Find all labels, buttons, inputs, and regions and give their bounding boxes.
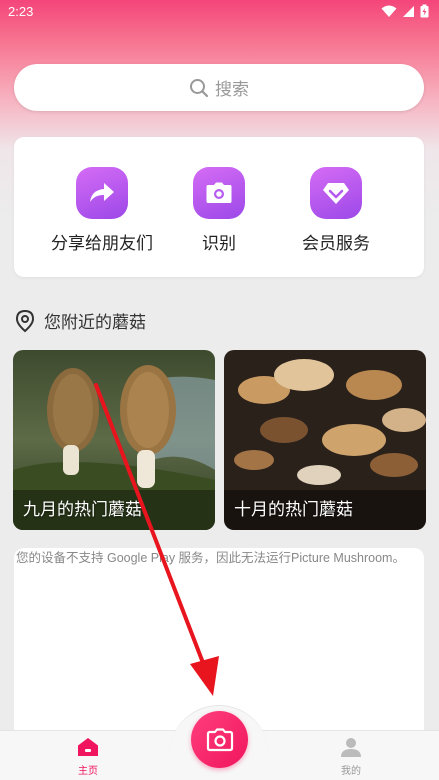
signal-icon <box>403 5 414 17</box>
september-mushrooms-tile[interactable]: 九月的热门蘑菇 <box>13 350 215 530</box>
october-tile-label: 十月的热门蘑菇 <box>234 500 353 520</box>
quick-actions-card: 分享给朋友们 识别 会员服务 <box>14 137 424 277</box>
search-icon <box>190 78 209 97</box>
camera-button[interactable] <box>191 711 248 768</box>
nav-mine-label: 我的 <box>341 766 361 777</box>
diamond-icon <box>310 167 362 219</box>
home-icon <box>78 738 98 756</box>
wifi-icon <box>381 5 397 17</box>
nav-home[interactable]: 主页 <box>58 737 118 777</box>
battery-icon <box>420 4 429 18</box>
membership-button[interactable]: 会员服务 <box>271 167 401 254</box>
identify-button[interactable]: 识别 <box>154 167 284 254</box>
october-mushrooms-tile[interactable]: 十月的热门蘑菇 <box>224 350 426 530</box>
status-icons <box>381 4 429 18</box>
share-arrow-icon <box>76 167 128 219</box>
nearby-title: 您附近的蘑菇 <box>44 313 146 333</box>
location-pin-icon <box>15 309 35 332</box>
camera-icon <box>193 167 245 219</box>
nav-home-label: 主页 <box>78 766 98 777</box>
membership-label: 会员服务 <box>302 234 370 254</box>
identify-label: 识别 <box>202 234 236 254</box>
nav-mine[interactable]: 我的 <box>321 737 381 777</box>
camera-icon <box>206 727 233 751</box>
profile-icon <box>341 738 361 757</box>
share-label: 分享给朋友们 <box>51 234 153 254</box>
status-time: 2:23 <box>8 4 34 19</box>
play-services-notice: 您的设备不支持 Google Play 服务，因此无法运行Picture Mus… <box>16 551 405 565</box>
share-button[interactable]: 分享给朋友们 <box>37 167 167 254</box>
september-tile-label: 九月的热门蘑菇 <box>23 500 142 520</box>
search-placeholder: 搜索 <box>215 80 249 100</box>
search-bar[interactable]: 搜索 <box>14 64 424 111</box>
nearby-header: 您附近的蘑菇 <box>14 308 146 333</box>
status-bar: 2:23 <box>0 0 439 24</box>
